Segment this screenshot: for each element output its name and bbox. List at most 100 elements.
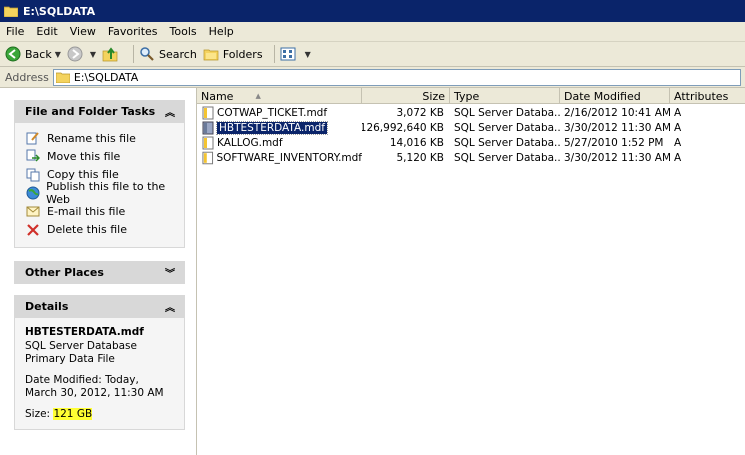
- forward-arrow-icon: [67, 46, 83, 62]
- menu-tools[interactable]: Tools: [170, 25, 197, 38]
- file-name: SOFTWARE_INVENTORY.mdf: [216, 151, 362, 164]
- address-bar: Address E:\SQLDATA: [0, 67, 745, 88]
- file-row[interactable]: KALLOG.mdf 14,016 KB SQL Server Databa..…: [197, 135, 745, 150]
- file-name-cell: SOFTWARE_INVENTORY.mdf: [197, 151, 362, 165]
- up-folder-button[interactable]: [102, 46, 122, 62]
- rename-icon: [25, 130, 41, 146]
- details-date-modified: Date Modified: Today, March 30, 2012, 11…: [25, 374, 164, 399]
- toolbar-separator: [133, 45, 135, 63]
- collapse-chevron-icon[interactable]: ︽: [163, 300, 177, 314]
- publish-web-icon: [25, 185, 40, 201]
- file-row-selected[interactable]: HBTESTERDATA.mdf 126,992,640 KB SQL Serv…: [197, 120, 745, 135]
- folder-icon: [4, 6, 18, 17]
- details-size: Size: 121 GB: [25, 408, 174, 421]
- file-attr-cell: A: [674, 121, 682, 134]
- file-size-cell: 14,016 KB: [389, 136, 444, 149]
- move-icon: [25, 148, 41, 164]
- folders-label: Folders: [222, 47, 263, 61]
- address-input[interactable]: E:\SQLDATA: [52, 68, 741, 86]
- back-dropdown-icon[interactable]: ▼: [55, 50, 61, 59]
- folders-icon: [203, 49, 219, 61]
- folders-button[interactable]: Folders: [203, 46, 263, 62]
- toolbar-separator: [273, 45, 275, 63]
- sort-ascending-icon: ▲: [255, 92, 261, 100]
- database-file-icon: [202, 106, 214, 119]
- file-row[interactable]: COTWAP_TICKET.mdf 3,072 KB SQL Server Da…: [197, 105, 745, 120]
- delete-file-task[interactable]: Delete this file: [25, 220, 184, 238]
- file-date-cell: 3/30/2012 11:30 AM: [564, 151, 670, 164]
- collapse-chevron-icon[interactable]: ︽: [163, 105, 177, 119]
- back-arrow-icon: [5, 46, 21, 62]
- file-attr-cell: A: [674, 106, 682, 119]
- file-size-cell: 3,072 KB: [396, 106, 445, 119]
- panel-title: Details: [25, 300, 69, 313]
- file-attr-cell: A: [674, 136, 682, 149]
- file-name: KALLOG.mdf: [217, 136, 283, 149]
- column-type[interactable]: Type: [450, 88, 560, 104]
- rename-file-task[interactable]: Rename this file: [25, 129, 184, 147]
- folder-icon: [55, 72, 70, 83]
- column-name[interactable]: Name ▲: [197, 88, 362, 104]
- file-date-cell: 3/30/2012 11:30 AM: [564, 121, 670, 134]
- tasks-list: Rename this file Move this file Copy thi…: [14, 123, 185, 248]
- menu-help[interactable]: Help: [209, 25, 234, 38]
- file-folder-tasks-panel: File and Folder Tasks ︽ Rename this file…: [14, 100, 185, 248]
- search-button[interactable]: Search: [139, 46, 197, 62]
- file-type-cell: SQL Server Databa...: [454, 136, 560, 149]
- up-folder-icon: [102, 47, 118, 62]
- other-places-panel: Other Places ︾: [14, 261, 185, 284]
- column-size[interactable]: Size: [362, 88, 450, 104]
- file-type-cell: SQL Server Databa...: [454, 121, 560, 134]
- column-label: Attributes: [674, 89, 729, 103]
- other-places-header[interactable]: Other Places ︾: [14, 261, 185, 284]
- task-label: Rename this file: [47, 131, 136, 145]
- search-label: Search: [159, 47, 197, 61]
- back-button[interactable]: Back ▼: [5, 46, 61, 62]
- menu-bar: File Edit View Favorites Tools Help: [0, 22, 745, 42]
- file-name: COTWAP_TICKET.mdf: [217, 106, 328, 119]
- delete-icon: [25, 222, 41, 238]
- window-title: E:\SQLDATA: [23, 4, 96, 18]
- views-icon: [280, 47, 296, 61]
- toolbar: Back ▼ ▼ Search Folders ▼: [0, 42, 745, 67]
- publish-web-task[interactable]: Publish this file to the Web: [25, 180, 184, 206]
- copy-icon: [25, 167, 41, 183]
- views-button[interactable]: ▼: [280, 46, 311, 62]
- file-list-pane: Name ▲ Size Type Date Modified Attribute…: [196, 88, 745, 455]
- file-name-cell: HBTESTERDATA.mdf: [197, 120, 362, 135]
- menu-view[interactable]: View: [70, 25, 96, 38]
- menu-file[interactable]: File: [6, 25, 24, 38]
- details-panel: Details ︽ HBTESTERDATA.mdf SQL Server Da…: [14, 295, 185, 430]
- column-header: Name ▲ Size Type Date Modified Attribute…: [197, 88, 745, 104]
- expand-chevron-icon[interactable]: ︾: [163, 266, 177, 280]
- views-dropdown-icon[interactable]: ▼: [305, 50, 311, 59]
- task-label: Move this file: [47, 149, 121, 163]
- file-row[interactable]: SOFTWARE_INVENTORY.mdf 5,120 KB SQL Serv…: [197, 150, 745, 165]
- details-file-name: HBTESTERDATA.mdf: [25, 326, 144, 338]
- details-header[interactable]: Details ︽: [14, 295, 185, 318]
- task-label: Delete this file: [47, 223, 127, 237]
- address-value: E:\SQLDATA: [73, 70, 139, 84]
- panel-title: Other Places: [25, 266, 104, 279]
- email-icon: [25, 203, 41, 219]
- forward-button[interactable]: ▼: [67, 46, 96, 62]
- menu-edit[interactable]: Edit: [36, 25, 57, 38]
- search-icon: [140, 47, 154, 61]
- file-size-cell: 5,120 KB: [396, 151, 445, 164]
- title-bar[interactable]: E:\SQLDATA: [0, 0, 745, 22]
- menu-favorites[interactable]: Favorites: [108, 25, 158, 38]
- task-label: E-mail this file: [47, 204, 126, 218]
- file-type-cell: SQL Server Databa...: [454, 151, 560, 164]
- column-date-modified[interactable]: Date Modified: [560, 88, 670, 104]
- column-label: Date Modified: [564, 89, 641, 103]
- forward-dropdown-icon[interactable]: ▼: [90, 50, 96, 59]
- column-label: Size: [422, 89, 445, 103]
- file-attr-cell: A: [674, 151, 682, 164]
- database-file-icon: [202, 121, 214, 134]
- file-name: HBTESTERDATA.mdf: [216, 120, 328, 135]
- size-label: Size:: [25, 408, 51, 420]
- column-attributes[interactable]: Attributes: [670, 88, 745, 104]
- column-label: Type: [454, 89, 480, 103]
- file-folder-tasks-header[interactable]: File and Folder Tasks ︽: [14, 100, 185, 123]
- move-file-task[interactable]: Move this file: [25, 147, 184, 165]
